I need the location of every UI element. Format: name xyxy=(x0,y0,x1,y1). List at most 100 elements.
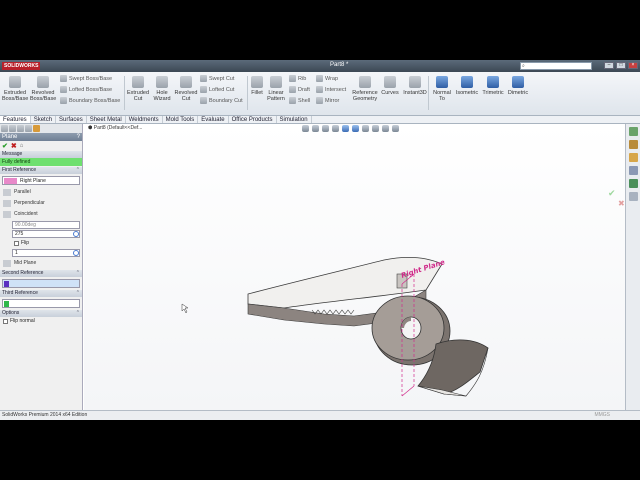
spin-icon[interactable] xyxy=(73,250,79,256)
instant3d-button[interactable]: Instant3D xyxy=(402,76,428,96)
mid-plane-option[interactable]: Mid Plane xyxy=(0,258,82,269)
extruded-cut-label: Extruded Cut xyxy=(126,90,149,102)
collapse-chevron-icon[interactable]: ⌃ xyxy=(76,270,80,277)
tab-office-products[interactable]: Office Products xyxy=(229,116,277,123)
revolved-boss-button[interactable]: Revolved Boss/Base xyxy=(30,76,56,102)
angle-field[interactable]: 90.00deg xyxy=(12,221,80,229)
options-header[interactable]: Options ⌃ xyxy=(0,310,82,317)
configuration-manager-icon[interactable] xyxy=(17,125,24,132)
dimxpert-icon[interactable] xyxy=(25,125,32,132)
rib-button[interactable]: Rib xyxy=(289,75,306,82)
lofted-cut-button[interactable]: Lofted Cut xyxy=(200,86,234,93)
units-label[interactable]: MMGS xyxy=(594,411,610,420)
trimetric-button[interactable]: Trimetric xyxy=(480,76,506,96)
dimetric-button[interactable]: Dimetric xyxy=(506,76,530,96)
collapse-chevron-icon[interactable]: ⌃ xyxy=(76,310,80,317)
third-reference-selection[interactable] xyxy=(2,299,80,308)
third-reference-header[interactable]: Third Reference ⌃ xyxy=(0,290,82,297)
draft-button[interactable]: Draft xyxy=(289,86,310,93)
mirror-button[interactable]: Mirror xyxy=(316,97,339,104)
flip-normal-row[interactable]: Flip normal xyxy=(0,317,82,326)
search-input[interactable] xyxy=(521,63,591,69)
search-box[interactable]: ⌕ xyxy=(520,62,592,70)
close-button[interactable]: × xyxy=(628,62,638,69)
first-reference-selection[interactable]: Right Plane xyxy=(2,176,80,185)
parallel-option[interactable]: Parallel xyxy=(0,187,82,198)
spin-icon[interactable] xyxy=(73,231,79,237)
ok-cancel-row: ✔ ✖ ⌂ xyxy=(0,141,82,150)
tab-evaluate[interactable]: Evaluate xyxy=(198,116,229,123)
instances-field[interactable]: 1 xyxy=(12,249,80,257)
display-manager-icon[interactable] xyxy=(33,125,40,132)
reference-geometry-button[interactable]: Reference Geometry xyxy=(350,76,380,102)
maximize-button[interactable]: □ xyxy=(616,62,626,69)
parallel-label: Parallel xyxy=(14,189,31,195)
fillet-button[interactable]: Fillet xyxy=(249,76,265,96)
flip-normal-checkbox[interactable] xyxy=(3,319,8,324)
flip-checkbox-row[interactable]: Flip xyxy=(0,239,82,248)
file-explorer-icon[interactable] xyxy=(628,153,638,162)
flip-checkbox[interactable] xyxy=(14,241,19,246)
perpendicular-option[interactable]: Perpendicular xyxy=(0,198,82,209)
isometric-button[interactable]: Isometric xyxy=(455,76,479,96)
part-model[interactable] xyxy=(247,256,489,397)
ok-check-icon[interactable]: ✔ xyxy=(2,142,8,150)
minimize-button[interactable]: – xyxy=(604,62,614,69)
curves-button[interactable]: Curves xyxy=(380,76,400,96)
cancel-x-icon[interactable]: ✖ xyxy=(11,142,17,150)
solidworks-resources-icon[interactable] xyxy=(628,127,638,136)
confirm-check-icon[interactable]: ✔ xyxy=(608,189,616,199)
confirm-cancel-icon[interactable]: ✖ xyxy=(618,199,625,208)
graphics-area[interactable]: ⬢ Part8 (Default<<Def... ✔ ✖ Right Plane xyxy=(84,124,625,410)
tab-weldments[interactable]: Weldments xyxy=(126,116,163,123)
tab-surfaces[interactable]: Surfaces xyxy=(56,116,87,123)
shell-button[interactable]: Shell xyxy=(289,97,310,104)
hole-wizard-button[interactable]: Hole Wizard xyxy=(151,76,173,102)
normal-to-icon xyxy=(436,76,448,88)
solidworks-window: SOLIDWORKS Part8 * ⌕ – □ × Extruded Boss… xyxy=(0,60,640,420)
mirror-label: Mirror xyxy=(325,97,340,104)
second-reference-selection[interactable] xyxy=(2,279,80,288)
help-icon[interactable]: ? xyxy=(77,133,80,141)
tab-simulation[interactable]: Simulation xyxy=(277,116,312,123)
first-reference-header[interactable]: First Reference ⌃ xyxy=(0,167,82,174)
collapse-chevron-icon[interactable]: ⌃ xyxy=(76,167,80,174)
selection-color-swatch xyxy=(4,301,9,307)
normal-to-button[interactable]: Normal To xyxy=(430,76,454,102)
revolved-cut-button[interactable]: Revolved Cut xyxy=(173,76,199,102)
intersect-button[interactable]: Intersect xyxy=(316,86,346,93)
flip-normal-label: Flip normal xyxy=(10,318,35,324)
swept-cut-button[interactable]: Swept Cut xyxy=(200,75,234,82)
boundary-cut-button[interactable]: Boundary Cut xyxy=(200,97,243,104)
design-library-icon[interactable] xyxy=(628,140,638,149)
wrap-button[interactable]: Wrap xyxy=(316,75,338,82)
tab-mold-tools[interactable]: Mold Tools xyxy=(163,116,199,123)
extruded-cut-button[interactable]: Extruded Cut xyxy=(126,76,150,102)
swept-boss-button[interactable]: Swept Boss/Base xyxy=(60,75,112,82)
message-section-header[interactable]: Message xyxy=(0,151,82,158)
tab-sheet-metal[interactable]: Sheet Metal xyxy=(87,116,126,123)
view-palette-icon[interactable] xyxy=(628,166,638,175)
options-label: Options xyxy=(2,310,20,316)
second-reference-header[interactable]: Second Reference ⌃ xyxy=(0,270,82,277)
linear-pattern-button[interactable]: Linear Pattern xyxy=(265,76,287,102)
feature-tree-icon[interactable] xyxy=(1,125,8,132)
lofted-boss-button[interactable]: Lofted Boss/Base xyxy=(60,86,112,93)
mouse-cursor-icon xyxy=(181,303,189,314)
appearances-icon[interactable] xyxy=(628,179,638,188)
tab-features[interactable]: Features xyxy=(0,116,31,123)
boundary-boss-button[interactable]: Boundary Boss/Base xyxy=(60,97,120,104)
extruded-boss-button[interactable]: Extruded Boss/Base xyxy=(2,76,28,102)
tab-sketch[interactable]: Sketch xyxy=(31,116,57,123)
command-manager: Extruded Boss/Base Revolved Boss/Base Sw… xyxy=(0,72,640,116)
collapse-chevron-icon[interactable]: ⌃ xyxy=(76,290,80,297)
pushpin-icon[interactable]: ⌂ xyxy=(20,143,24,149)
coincident-option[interactable]: Coincident xyxy=(0,209,82,220)
solidworks-logo[interactable]: SOLIDWORKS xyxy=(2,62,41,70)
offset-distance-field[interactable]: 275 xyxy=(12,230,80,238)
property-manager-icon[interactable] xyxy=(9,125,16,132)
mirror-icon xyxy=(316,97,323,104)
perpendicular-icon xyxy=(3,200,11,207)
custom-properties-icon[interactable] xyxy=(628,192,638,201)
first-reference-label: First Reference xyxy=(2,167,37,173)
